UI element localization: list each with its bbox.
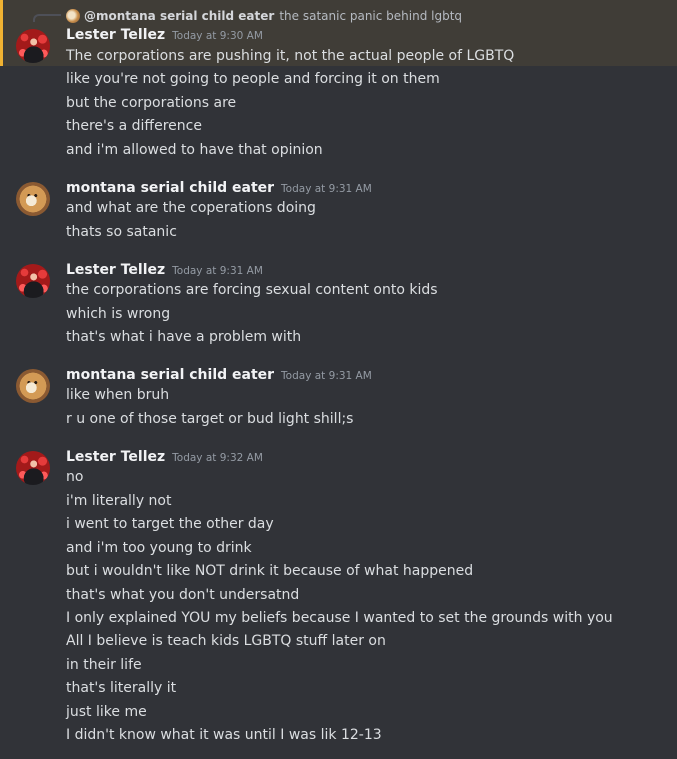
message-text: The corporations are pushing it, not the… bbox=[66, 48, 515, 64]
message-text: just like me bbox=[66, 704, 147, 720]
message-text: no bbox=[66, 469, 84, 485]
timestamp: Today at 9:31 AM bbox=[281, 370, 372, 382]
message-text: the corporations are forcing sexual cont… bbox=[66, 282, 438, 298]
author-name[interactable]: Lester Tellez bbox=[66, 449, 165, 465]
reply-text[interactable]: the satanic panic behind lgbtq bbox=[279, 9, 462, 23]
avatar[interactable] bbox=[16, 264, 50, 298]
reply-author[interactable]: @montana serial child eater bbox=[84, 9, 274, 23]
avatar[interactable] bbox=[16, 29, 50, 63]
message-text: like when bruh bbox=[66, 387, 170, 403]
author-name[interactable]: montana serial child eater bbox=[66, 180, 274, 196]
timestamp: Today at 9:31 AM bbox=[172, 265, 263, 277]
timestamp: Today at 9:31 AM bbox=[281, 183, 372, 195]
author-name[interactable]: Lester Tellez bbox=[66, 262, 165, 278]
author-name[interactable]: Lester Tellez bbox=[66, 27, 165, 43]
message-text: that's what you don't undersatnd bbox=[66, 587, 300, 603]
message-text: i'm literally not bbox=[66, 493, 172, 509]
message-text: thats so satanic bbox=[66, 224, 177, 240]
reply-spine bbox=[33, 14, 61, 22]
message-text: I only explained YOU my beliefs because … bbox=[66, 610, 613, 626]
timestamp: Today at 9:32 AM bbox=[172, 452, 263, 464]
message-text: i went to target the other day bbox=[66, 516, 274, 532]
message-header: montana serial child eater Today at 9:31… bbox=[66, 367, 372, 383]
message-text: but i wouldn't like NOT drink it because… bbox=[66, 563, 474, 579]
message-text: r u one of those target or bud light shi… bbox=[66, 411, 354, 427]
message-text: there's a difference bbox=[66, 118, 202, 134]
message-text: which is wrong bbox=[66, 306, 171, 322]
message-header: Lester Tellez Today at 9:32 AM bbox=[66, 449, 263, 465]
avatar[interactable] bbox=[16, 369, 50, 403]
reply-avatar[interactable] bbox=[66, 8, 80, 23]
message-text: like you're not going to people and forc… bbox=[66, 71, 440, 87]
avatar[interactable] bbox=[16, 451, 50, 485]
avatar[interactable] bbox=[16, 182, 50, 216]
message-text: and i'm allowed to have that opinion bbox=[66, 142, 323, 158]
message-header: montana serial child eater Today at 9:31… bbox=[66, 180, 372, 196]
message-text: and i'm too young to drink bbox=[66, 540, 252, 556]
message-header: Lester Tellez Today at 9:30 AM bbox=[66, 27, 263, 43]
message-header: Lester Tellez Today at 9:31 AM bbox=[66, 262, 263, 278]
message-text: that's what i have a problem with bbox=[66, 329, 302, 345]
message-text: and what are the coperations doing bbox=[66, 200, 316, 216]
author-name[interactable]: montana serial child eater bbox=[66, 367, 274, 383]
timestamp: Today at 9:30 AM bbox=[172, 30, 263, 42]
message-text: in their life bbox=[66, 657, 142, 673]
message-text: All I believe is teach kids LGBTQ stuff … bbox=[66, 633, 386, 649]
message-text: that's literally it bbox=[66, 680, 177, 696]
reply-preview[interactable]: @montana serial child eater the satanic … bbox=[66, 7, 462, 24]
message-text: I didn't know what it was until I was li… bbox=[66, 727, 382, 743]
message-text: but the corporations are bbox=[66, 95, 237, 111]
chat-message-list: @montana serial child eater the satanic … bbox=[0, 0, 677, 759]
